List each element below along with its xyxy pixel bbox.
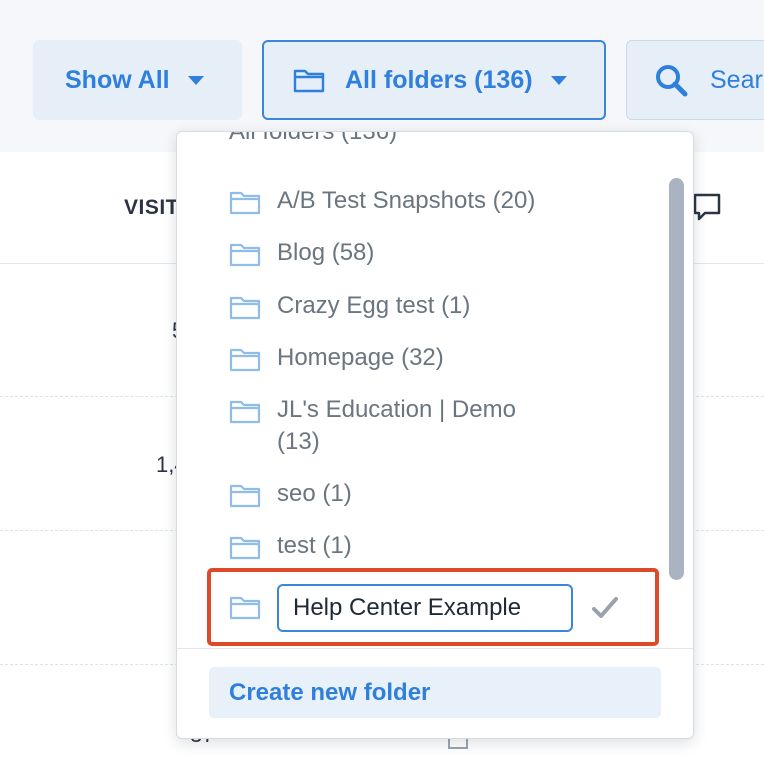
folder-option-label: seo (1) (277, 480, 352, 507)
folder-icon (229, 191, 261, 215)
folder-option-label: test (1) (277, 532, 352, 559)
checkmark-icon[interactable] (591, 596, 619, 620)
folder-icon (229, 484, 261, 508)
folder-icon (229, 348, 261, 372)
show-all-label: Show All (65, 65, 170, 94)
folder-option-label: Blog (58) (277, 239, 375, 266)
create-new-folder-label: Create new folder (229, 678, 431, 706)
folders-filter-label: All folders (136) (345, 65, 533, 94)
folder-option[interactable]: A/B Test Snapshots (20) (229, 185, 535, 217)
new-folder-name-input[interactable] (277, 584, 573, 632)
folder-option[interactable]: Homepage (32) (229, 342, 444, 374)
folder-icon (229, 296, 261, 320)
folder-icon (229, 596, 261, 620)
folder-list[interactable]: All folders (136) A/B Test Snapshots (20… (177, 132, 667, 646)
folder-icon (229, 536, 261, 560)
folder-icon (293, 69, 325, 93)
visits-column-header[interactable]: VISIT (124, 196, 179, 220)
folder-icon (229, 400, 261, 424)
folder-option[interactable]: Crazy Egg test (1) (229, 290, 470, 322)
comment-icon[interactable] (692, 192, 722, 222)
folder-option[interactable]: test (1) (229, 530, 352, 562)
folders-filter-button[interactable]: All folders (136) (262, 40, 606, 120)
folder-option-label: A/B Test Snapshots (20) (277, 187, 536, 214)
search-icon (656, 65, 688, 97)
folder-dropdown: All folders (136) A/B Test Snapshots (20… (176, 131, 694, 739)
folder-option[interactable]: JL's Education | Demo (13) (229, 394, 516, 458)
new-folder-row (207, 568, 659, 646)
folder-option-label-line2: (13) (277, 428, 320, 455)
folder-option[interactable]: Blog (58) (229, 237, 374, 269)
folder-option-all[interactable]: All folders (136) (229, 132, 397, 148)
folder-icon (229, 243, 261, 267)
folder-option-label-line1: JL's Education | Demo (277, 396, 516, 423)
folder-option-label: Crazy Egg test (1) (277, 292, 471, 319)
caret-down-icon (550, 75, 567, 85)
create-new-folder-button[interactable]: Create new folder (209, 667, 661, 718)
folder-option[interactable]: seo (1) (229, 478, 352, 510)
show-all-button[interactable]: Show All (33, 40, 242, 120)
folder-option-label: All folders (136) (229, 132, 397, 148)
folder-option-label: Homepage (32) (277, 344, 444, 371)
divider (177, 648, 693, 649)
scrollbar-thumb[interactable] (669, 178, 684, 580)
search-label: Sear (710, 65, 763, 94)
folder-option-label: JL's Education | Demo (13) (277, 394, 516, 458)
search-button[interactable]: Sear (626, 40, 764, 120)
caret-down-icon (187, 75, 204, 85)
